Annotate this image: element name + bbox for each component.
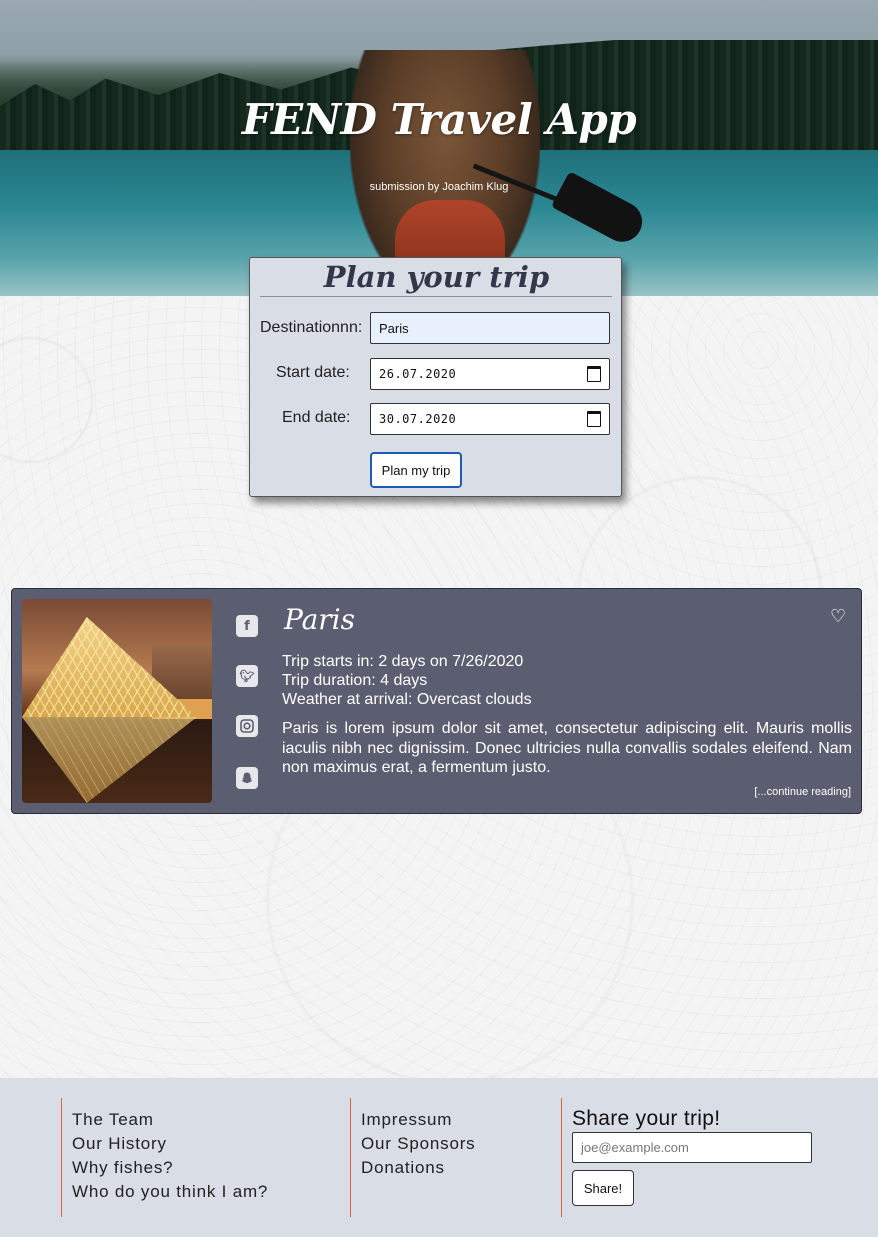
trip-description: Paris is lorem ipsum dolor sit amet, con… [282, 720, 852, 776]
instagram-icon[interactable] [236, 715, 258, 737]
footer-column-about: The Team Our History Why fishes? Who do … [61, 1098, 342, 1217]
facebook-icon[interactable]: f [236, 615, 258, 637]
destination-value: Paris [379, 320, 409, 336]
plan-trip-form: Plan your trip Destinationnn: Paris Star… [249, 257, 622, 497]
app-title: FEND Travel App [241, 95, 637, 144]
trip-duration-info: Trip duration: 4 days [282, 672, 428, 689]
end-date-value: 30.07.2020 [379, 412, 457, 426]
trip-card: f 🐦︎ Paris ♡ Trip starts in: 2 days on 7… [11, 588, 862, 814]
start-date-label: Start date: [276, 364, 350, 381]
end-date-label: End date: [282, 409, 351, 426]
footer-link-impressum[interactable]: Impressum [361, 1110, 452, 1130]
footer-share-section: Share your trip! joe@example.com Share! [561, 1098, 862, 1217]
plan-trip-button[interactable]: Plan my trip [370, 452, 462, 488]
trip-city-title: Paris [284, 603, 355, 636]
footer-link-team[interactable]: The Team [72, 1110, 154, 1130]
twitter-icon[interactable]: 🐦︎ [236, 665, 258, 687]
footer: The Team Our History Why fishes? Who do … [0, 1078, 878, 1237]
footer-column-legal: Impressum Our Sponsors Donations [350, 1098, 551, 1217]
footer-link-fishes[interactable]: Why fishes? [72, 1158, 173, 1178]
trip-destination-image [22, 599, 212, 803]
footer-link-donations[interactable]: Donations [361, 1158, 445, 1178]
calendar-icon[interactable] [587, 411, 601, 427]
calendar-icon[interactable] [587, 366, 601, 382]
share-email-input[interactable]: joe@example.com [572, 1132, 812, 1163]
start-date-value: 26.07.2020 [379, 367, 457, 381]
trip-start-info: Trip starts in: 2 days on 7/26/2020 [282, 653, 524, 670]
share-button[interactable]: Share! [572, 1170, 634, 1206]
destination-input[interactable]: Paris [370, 312, 610, 344]
footer-link-history[interactable]: Our History [72, 1134, 167, 1154]
plan-form-divider [260, 296, 612, 297]
share-title: Share your trip! [572, 1107, 721, 1130]
share-email-placeholder: joe@example.com [581, 1140, 689, 1155]
app-subtitle: submission by Joachim Klug [369, 181, 509, 193]
heart-icon[interactable]: ♡ [830, 607, 846, 625]
footer-link-who[interactable]: Who do you think I am? [72, 1182, 268, 1202]
footer-link-sponsors[interactable]: Our Sponsors [361, 1134, 475, 1154]
pyramid-reflection [22, 717, 197, 803]
trip-weather-info: Weather at arrival: Overcast clouds [282, 691, 532, 708]
start-date-input[interactable]: 26.07.2020 [370, 358, 610, 390]
snapchat-icon[interactable] [236, 767, 258, 789]
plan-form-title: Plan your trip [323, 260, 550, 294]
destination-label: Destinationnn: [260, 319, 363, 336]
continue-reading-link[interactable]: [...continue reading] [754, 786, 851, 798]
end-date-input[interactable]: 30.07.2020 [370, 403, 610, 435]
hero-banner: FEND Travel App submission by Joachim Kl… [0, 0, 878, 296]
